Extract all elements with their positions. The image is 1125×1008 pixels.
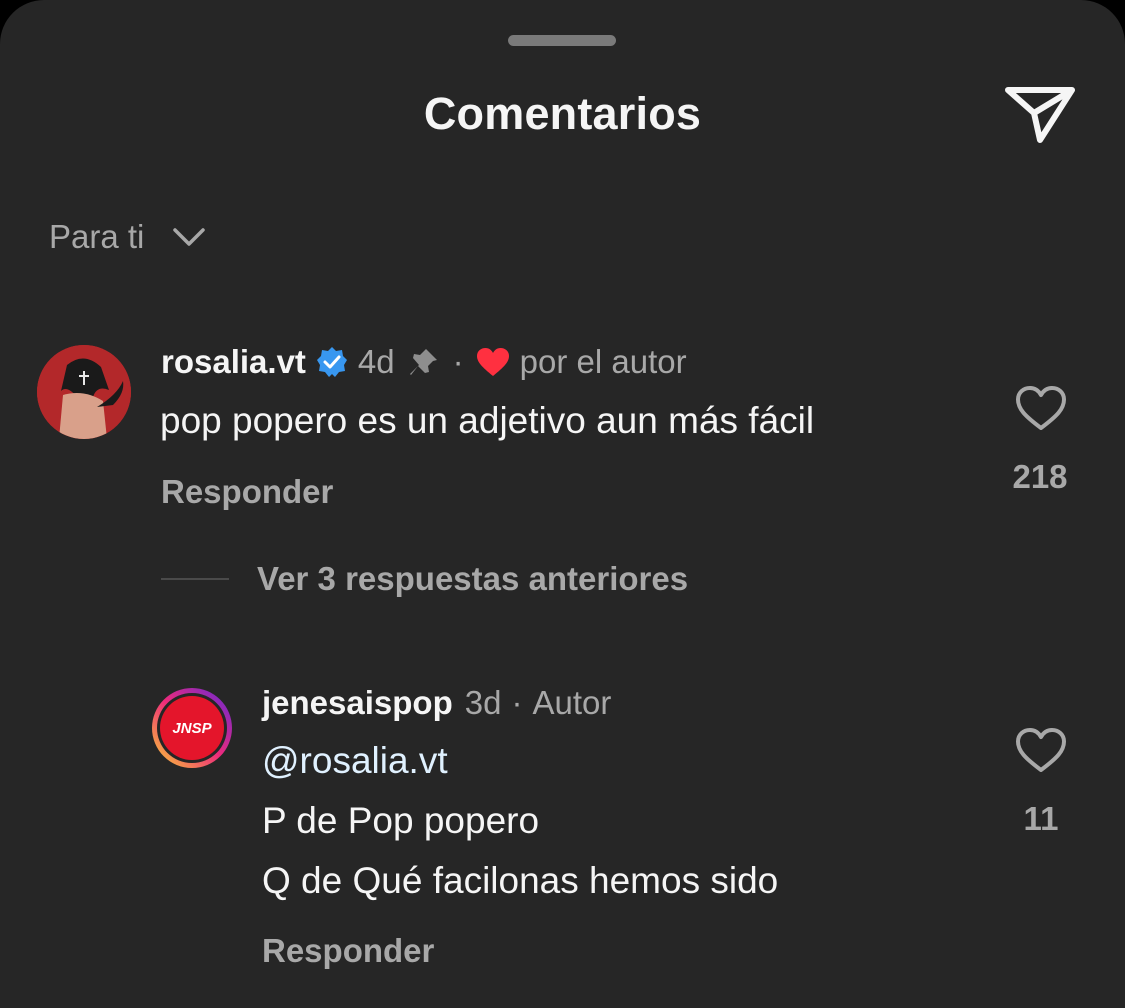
- verified-badge-icon: [316, 347, 347, 377]
- view-replies-label: Ver 3 respuestas anteriores: [257, 560, 689, 597]
- meta-separator: ·: [511, 684, 523, 721]
- drag-handle[interactable]: [508, 35, 616, 46]
- send-icon[interactable]: [1000, 80, 1080, 146]
- heart-outline-icon[interactable]: [1015, 385, 1067, 431]
- meta-separator: ·: [452, 343, 464, 380]
- reply-header: jenesaispop 3d · Autor: [262, 684, 611, 722]
- avatar[interactable]: JNSP: [150, 686, 234, 770]
- sort-label: Para ti: [49, 218, 145, 255]
- comment-time: 4d: [357, 343, 395, 380]
- comment-username[interactable]: rosalia.vt: [161, 343, 306, 381]
- author-label: Autor: [532, 684, 612, 721]
- pin-icon: [409, 349, 437, 375]
- comments-sheet: Comentarios Para ti rosalia.vt 4d · por …: [0, 0, 1125, 1008]
- reply-username[interactable]: jenesaispop: [262, 684, 453, 722]
- sort-dropdown[interactable]: Para ti: [49, 218, 206, 256]
- reply-time: 3d: [464, 684, 502, 721]
- avatar-logo-text: JNSP: [172, 720, 212, 737]
- heart-outline-icon[interactable]: [1015, 727, 1067, 773]
- avatar[interactable]: [37, 345, 131, 439]
- divider: [161, 578, 229, 580]
- story-ring-avatar: JNSP: [152, 688, 232, 768]
- reply-text-line: Q de Qué facilonas hemos sido: [262, 860, 779, 901]
- liked-by-author-label: por el autor: [519, 343, 687, 380]
- view-previous-replies[interactable]: Ver 3 respuestas anteriores: [161, 560, 688, 598]
- heart-filled-icon: [476, 348, 509, 376]
- chevron-down-icon: [173, 228, 206, 246]
- sheet-title: Comentarios: [423, 88, 702, 139]
- reply-text-line: P de Pop popero: [262, 800, 540, 841]
- mention-link[interactable]: @rosalia.vt: [262, 740, 448, 782]
- avatar-image: [37, 345, 131, 439]
- comment-text: pop popero es un adjetivo aun más fácil: [160, 400, 815, 441]
- like-count: 11: [1023, 800, 1059, 837]
- reply-button[interactable]: Responder: [161, 473, 333, 511]
- reply-button[interactable]: Responder: [262, 932, 434, 970]
- like-count: 218: [1012, 458, 1068, 495]
- comment-header: rosalia.vt 4d · por el autor: [161, 343, 687, 381]
